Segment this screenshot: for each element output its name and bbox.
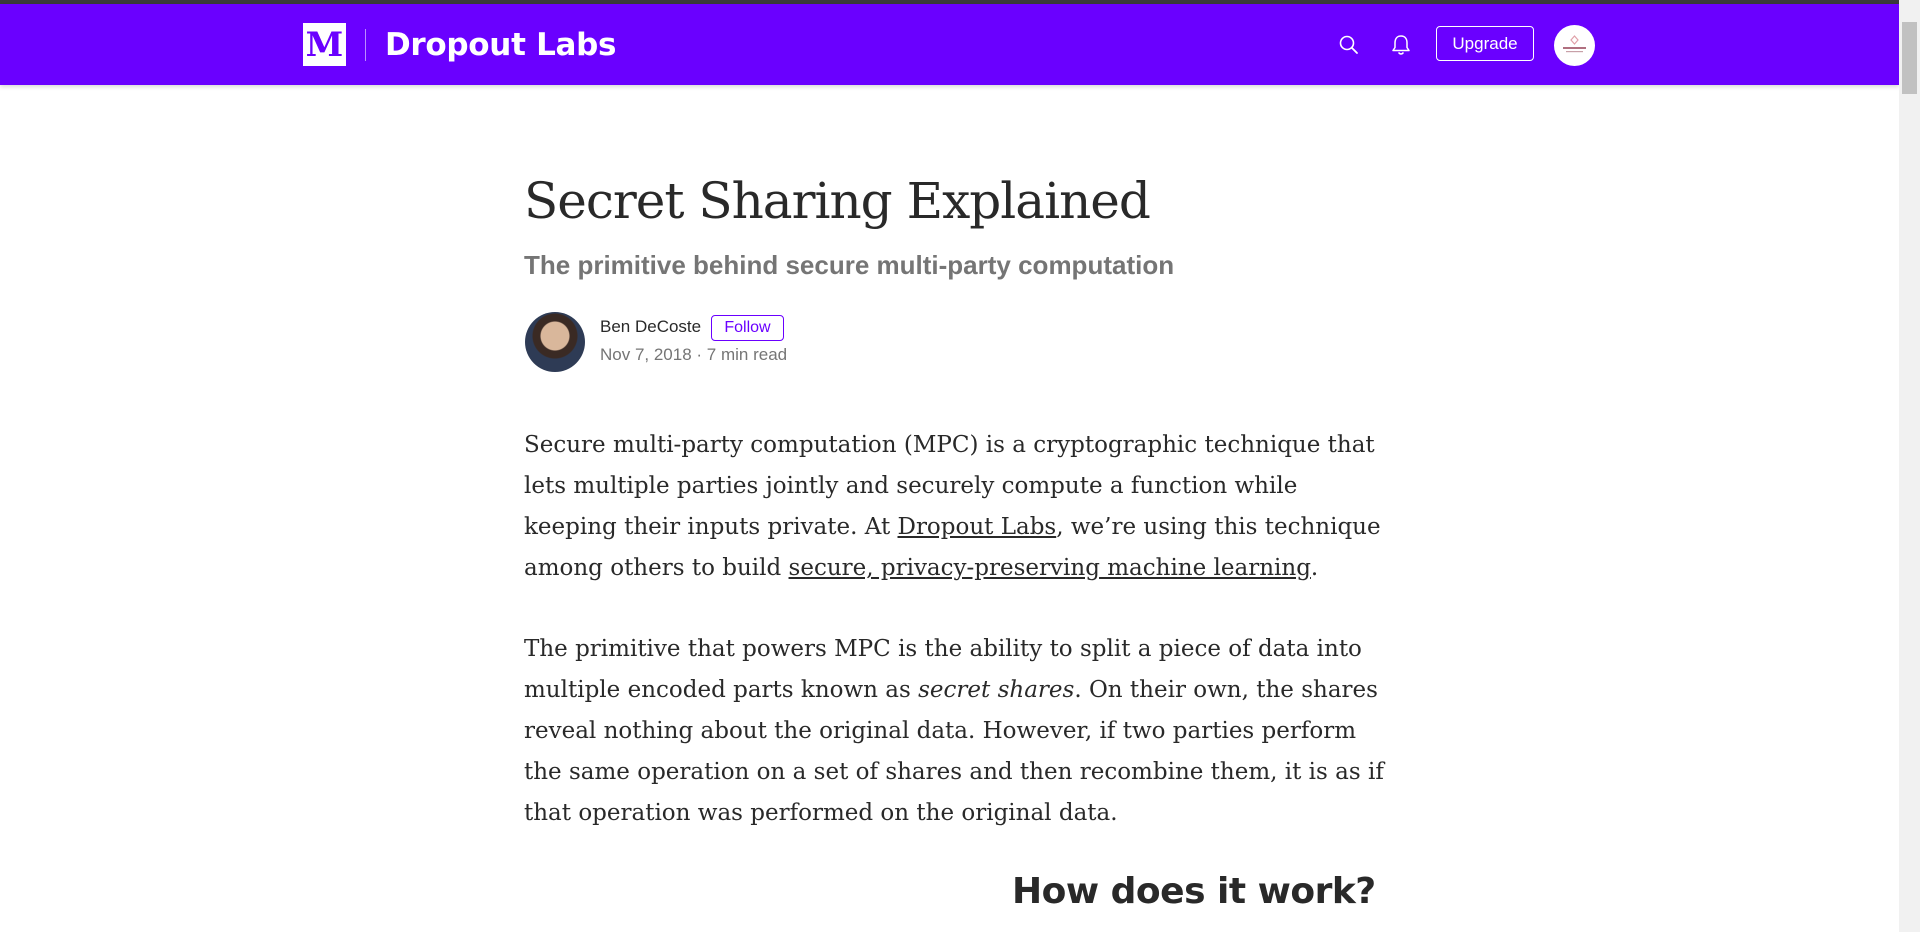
bell-icon[interactable] [1387, 31, 1415, 59]
privacy-ml-link[interactable]: secure, privacy-preserving machine learn… [789, 555, 1311, 581]
paragraph-primitive: The primitive that powers MPC is the abi… [524, 629, 1384, 834]
search-icon[interactable] [1335, 31, 1363, 59]
follow-button[interactable]: Follow [711, 315, 784, 341]
dropout-labs-link[interactable]: Dropout Labs [898, 514, 1057, 540]
paragraph-intro: Secure multi-party computation (MPC) is … [524, 425, 1384, 589]
upgrade-button[interactable]: Upgrade [1436, 26, 1534, 61]
site-header: M Dropout Labs Upgrade [0, 4, 1899, 85]
article-title: Secret Sharing Explained [524, 172, 1151, 230]
article-meta: Nov 7, 2018 · 7 min read [600, 345, 788, 364]
article-subtitle: The primitive behind secure multi-party … [524, 250, 1175, 280]
author-avatar[interactable] [525, 312, 585, 372]
paragraph-text: . [1310, 555, 1319, 581]
author-name[interactable]: Ben DeCoste [600, 317, 701, 337]
user-avatar[interactable] [1554, 25, 1595, 66]
emphasis-secret-shares: secret shares [918, 677, 1075, 703]
publication-name[interactable]: Dropout Labs [385, 23, 617, 66]
scrollbar[interactable] [1899, 0, 1920, 932]
section-heading: How does it work? [1012, 871, 1376, 912]
scrollbar-thumb[interactable] [1902, 22, 1917, 94]
medium-logo[interactable]: M [303, 23, 346, 66]
logo-divider [365, 29, 366, 61]
